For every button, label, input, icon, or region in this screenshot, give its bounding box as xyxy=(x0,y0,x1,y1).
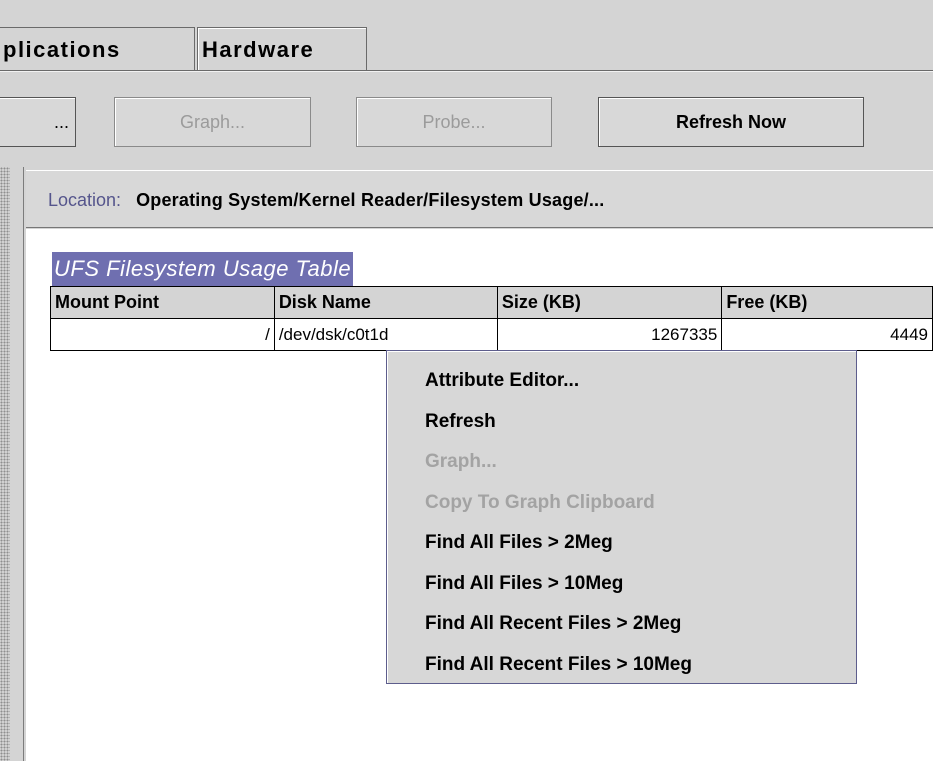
column-header-disk-name[interactable]: Disk Name xyxy=(273,286,498,319)
panel-border xyxy=(23,167,24,761)
menu-item-find-files-10meg[interactable]: Find All Files > 10Meg xyxy=(387,564,856,605)
menu-item-attribute-editor[interactable]: Attribute Editor... xyxy=(387,361,856,402)
cell-disk-name[interactable]: /dev/dsk/c0t1d xyxy=(273,318,498,351)
menu-item-find-files-2meg[interactable]: Find All Files > 2Meg xyxy=(387,523,856,564)
menu-item-find-recent-files-10meg[interactable]: Find All Recent Files > 10Meg xyxy=(387,645,856,686)
refresh-now-button-label: Refresh Now xyxy=(675,112,787,132)
location-label: Location: xyxy=(48,190,122,210)
graph-button-label: Graph... xyxy=(179,112,246,132)
graph-button[interactable]: Graph... xyxy=(114,97,311,147)
tab-divider-highlight xyxy=(0,71,933,72)
menu-item-refresh[interactable]: Refresh xyxy=(387,402,856,443)
previous-button[interactable]: ... xyxy=(0,97,76,147)
probe-button-label: Probe... xyxy=(422,112,486,132)
table-row[interactable]: / /dev/dsk/c0t1d 1267335 4449 xyxy=(50,318,933,351)
filesystem-usage-table: Mount Point Disk Name Size (KB) Free (KB… xyxy=(50,286,933,351)
column-header-mount-point[interactable]: Mount Point xyxy=(50,286,275,319)
column-header-free[interactable]: Free (KB) xyxy=(721,286,933,319)
tab-applications[interactable]: plications xyxy=(0,27,195,71)
menu-item-find-recent-files-2meg[interactable]: Find All Recent Files > 2Meg xyxy=(387,604,856,645)
table-title[interactable]: UFS Filesystem Usage Table xyxy=(52,252,354,286)
cell-mount-point[interactable]: / xyxy=(50,318,275,351)
refresh-now-button[interactable]: Refresh Now xyxy=(598,97,864,147)
tab-hardware[interactable]: Hardware xyxy=(197,27,367,71)
probe-button[interactable]: Probe... xyxy=(356,97,552,147)
location-path: Operating System/Kernel Reader/Filesyste… xyxy=(136,190,605,210)
tab-hardware-label: Hardware xyxy=(202,37,315,62)
cell-size[interactable]: 1267335 xyxy=(496,318,723,351)
column-header-size[interactable]: Size (KB) xyxy=(496,286,723,319)
menu-item-copy-to-graph-clipboard: Copy To Graph Clipboard xyxy=(425,491,655,513)
location-bar: Location: Operating System/Kernel Reader… xyxy=(26,170,933,228)
menu-item-graph: Graph... xyxy=(425,451,497,472)
context-menu: Attribute Editor... Refresh Graph... Cop… xyxy=(386,350,857,684)
splitter-handle[interactable] xyxy=(0,167,10,761)
previous-button-label: ... xyxy=(53,112,69,132)
table-header-row: Mount Point Disk Name Size (KB) Free (KB… xyxy=(50,286,933,319)
tab-applications-label: plications xyxy=(3,37,121,62)
cell-free[interactable]: 4449 xyxy=(721,318,933,351)
